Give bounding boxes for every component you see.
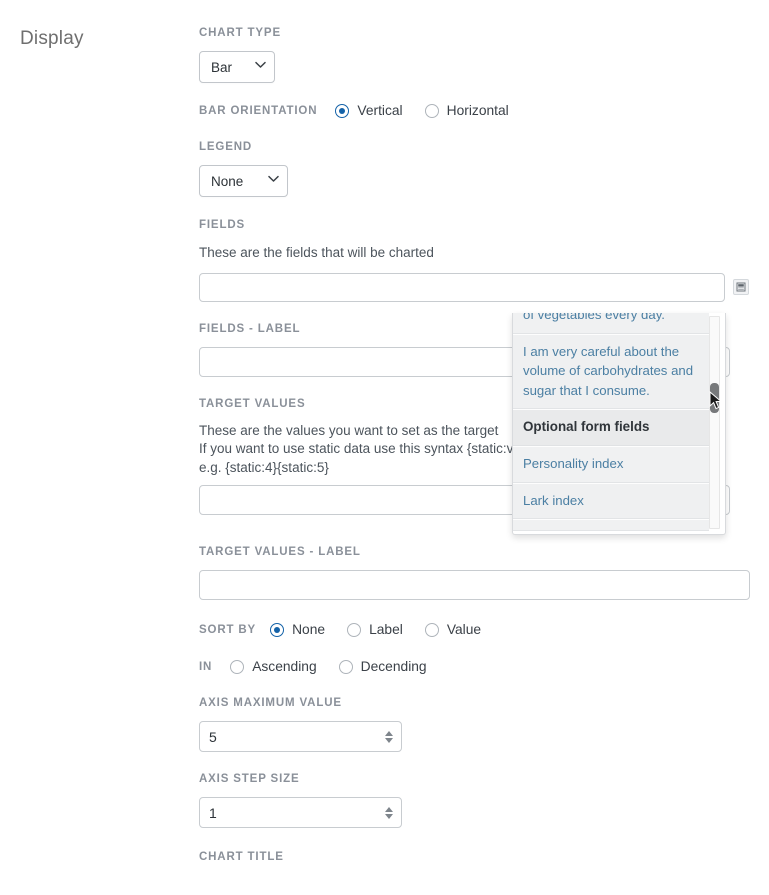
- radio-dot-icon: [424, 103, 439, 118]
- legend-select[interactable]: None: [199, 165, 288, 197]
- sort-direction-label: IN: [199, 660, 213, 673]
- chevron-down-icon: [268, 175, 279, 185]
- radio-label: Vertical: [357, 103, 403, 118]
- radio-dot-icon: [338, 659, 353, 674]
- radio-dot-icon: [347, 622, 362, 637]
- field-chart-type: CHART TYPE Bar: [199, 26, 749, 83]
- target-values-label-input[interactable]: [199, 570, 750, 600]
- target-values-label-label: TARGET VALUES - LABEL: [199, 546, 361, 558]
- radio-bar-orientation-horizontal[interactable]: Horizontal: [424, 103, 509, 118]
- radio-dot-icon: [230, 659, 245, 674]
- page-title: Display: [20, 28, 84, 49]
- radio-dot-icon: [335, 103, 350, 118]
- field-axis-maximum-value: AXIS MAXIMUM VALUE: [199, 696, 749, 752]
- dropdown-option-partial[interactable]: [513, 519, 709, 531]
- radio-label: Decending: [360, 659, 427, 674]
- sort-by-label: SORT BY: [199, 623, 257, 636]
- dropdown-option[interactable]: Lark index: [513, 482, 709, 519]
- chart-title-label: CHART TITLE: [199, 851, 284, 863]
- legend-value: None: [211, 173, 244, 189]
- display-settings-panel: Display CHART TYPE Bar BAR ORIENTATION V…: [0, 0, 769, 895]
- radio-dot-icon: [270, 622, 285, 637]
- fields-autocomplete-dropdown[interactable]: of vegetables every day. I am very caref…: [512, 313, 726, 535]
- fields-input[interactable]: [199, 272, 725, 302]
- fields-label: FIELDS: [199, 219, 245, 231]
- field-picker-icon[interactable]: [733, 279, 749, 295]
- radio-sort-ascending[interactable]: Ascending: [230, 659, 317, 674]
- number-stepper-icon[interactable]: [384, 805, 393, 821]
- chart-type-select[interactable]: Bar: [199, 51, 275, 83]
- radio-label: Value: [446, 622, 482, 637]
- legend-label: LEGEND: [199, 141, 253, 153]
- radio-sort-by-value[interactable]: Value: [424, 622, 482, 637]
- radio-sort-by-none[interactable]: None: [270, 622, 325, 637]
- sort-by-radio-group: SORT BY None Label Value: [199, 622, 749, 637]
- sort-direction-radio-group: IN Ascending Decending: [199, 659, 749, 674]
- axis-maximum-value-label: AXIS MAXIMUM VALUE: [199, 697, 342, 709]
- fields-helper-text: These are the fields that will be charte…: [199, 245, 434, 260]
- dropdown-option[interactable]: of vegetables every day.: [513, 313, 709, 334]
- radio-dot-icon: [424, 622, 439, 637]
- dropdown-option-list: of vegetables every day. I am very caref…: [513, 313, 709, 531]
- field-axis-step-size: AXIS STEP SIZE: [199, 772, 749, 828]
- dropdown-group-header: Optional form fields: [513, 409, 709, 446]
- field-sort-direction: IN Ascending Decending: [199, 659, 749, 674]
- number-stepper-icon[interactable]: [384, 729, 393, 745]
- chart-type-label: CHART TYPE: [199, 27, 281, 39]
- dropdown-option[interactable]: I am very careful about the volume of ca…: [513, 333, 709, 409]
- axis-step-size-input[interactable]: [199, 797, 402, 828]
- axis-step-size-label: AXIS STEP SIZE: [199, 773, 300, 785]
- radio-sort-by-label[interactable]: Label: [347, 622, 403, 637]
- bar-orientation-radio-group: BAR ORIENTATION Vertical Horizontal: [199, 103, 749, 118]
- field-bar-orientation: BAR ORIENTATION Vertical Horizontal: [199, 103, 749, 118]
- field-target-values-label: TARGET VALUES - LABEL: [199, 545, 750, 600]
- radio-label: None: [292, 622, 326, 637]
- chart-type-value: Bar: [211, 59, 233, 75]
- field-legend: LEGEND None: [199, 140, 749, 197]
- field-sort-by: SORT BY None Label Value: [199, 622, 749, 637]
- dropdown-scrollbar-thumb[interactable]: [710, 383, 719, 413]
- chevron-down-icon: [255, 61, 266, 71]
- dropdown-option[interactable]: Personality index: [513, 446, 709, 483]
- dropdown-scroll-viewport: of vegetables every day. I am very caref…: [513, 313, 725, 534]
- radio-label: Ascending: [252, 659, 317, 674]
- radio-bar-orientation-vertical[interactable]: Vertical: [335, 103, 403, 118]
- bar-orientation-label: BAR ORIENTATION: [199, 104, 318, 117]
- dropdown-scrollbar-track[interactable]: [709, 316, 720, 529]
- radio-sort-decending[interactable]: Decending: [338, 659, 427, 674]
- field-fields: FIELDS These are the fields that will be…: [199, 218, 749, 302]
- radio-label: Horizontal: [446, 103, 509, 118]
- radio-label: Label: [369, 622, 403, 637]
- field-chart-title: CHART TITLE: [199, 850, 749, 864]
- axis-maximum-value-input[interactable]: [199, 721, 402, 752]
